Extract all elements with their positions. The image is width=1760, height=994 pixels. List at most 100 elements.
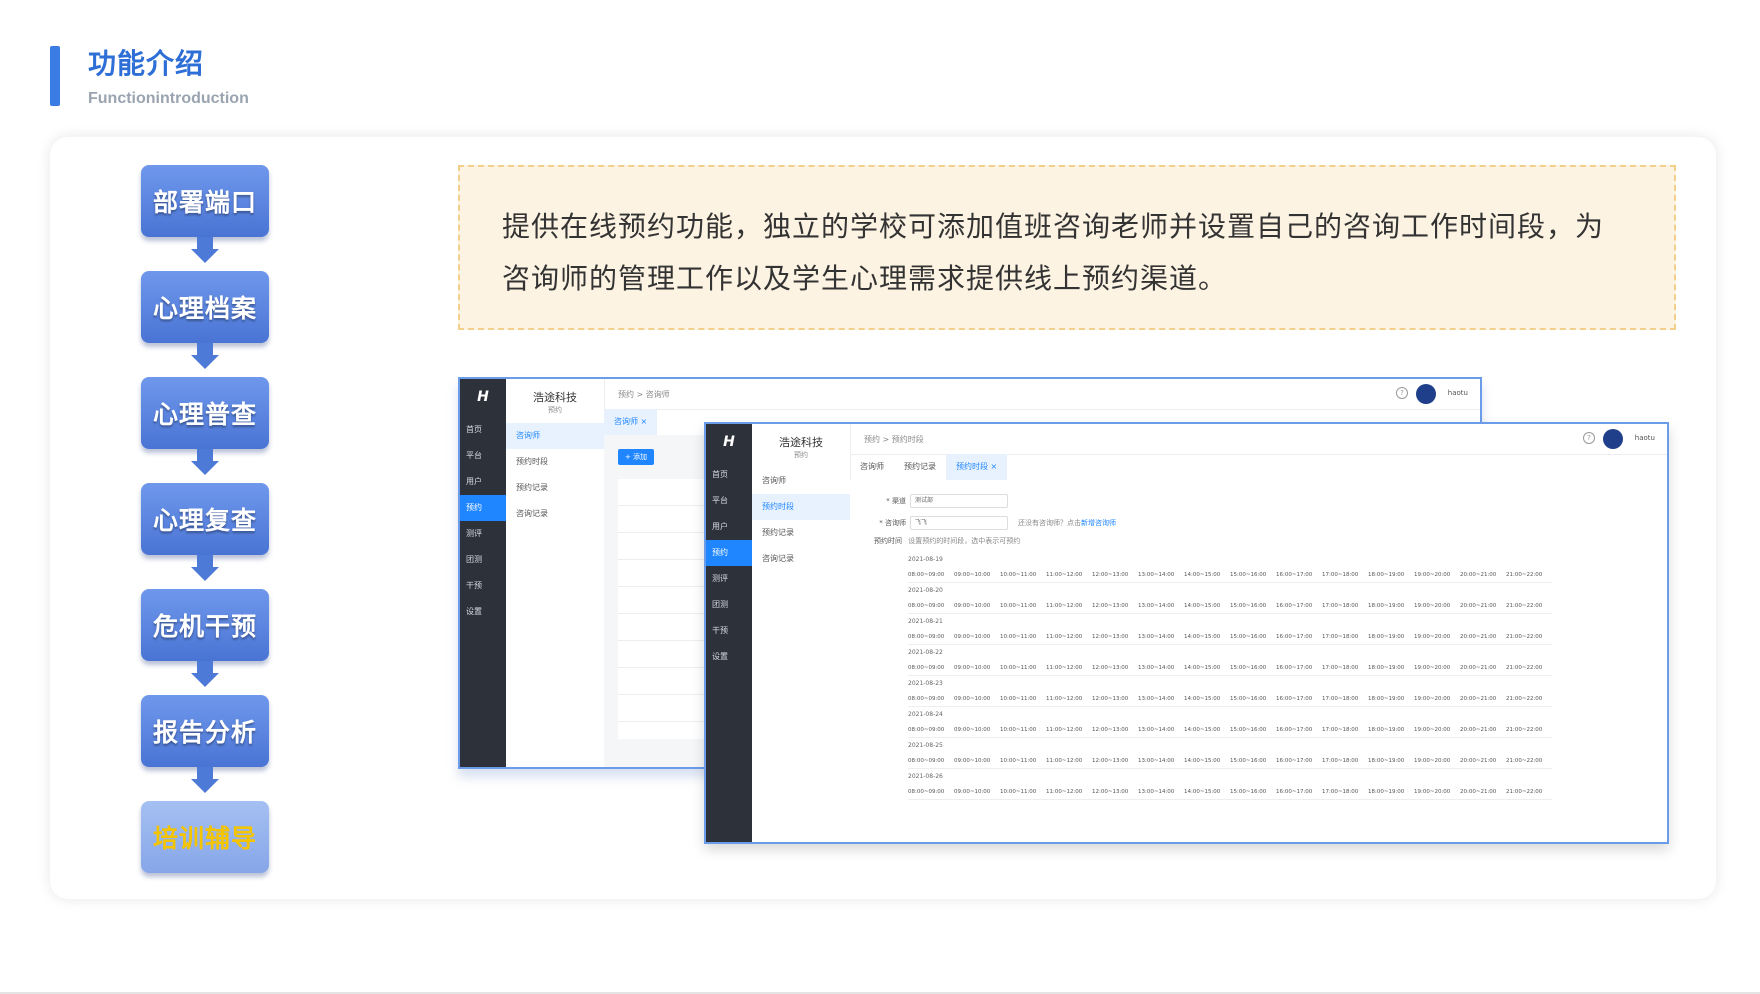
time-slot[interactable]: 08:00~09:00 [908,629,954,645]
time-slot[interactable]: 17:00~18:00 [1322,598,1368,614]
time-slot[interactable]: 17:00~18:00 [1322,629,1368,645]
flow-step[interactable]: 危机干预 [141,589,269,661]
time-slot[interactable]: 14:00~15:00 [1184,629,1230,645]
time-slot[interactable]: 09:00~10:00 [954,598,1000,614]
add-counselor-link[interactable]: 新增咨询师 [1081,518,1116,528]
time-slot[interactable]: 14:00~15:00 [1184,753,1230,769]
time-slot[interactable]: 15:00~16:00 [1230,722,1276,738]
time-slot[interactable]: 13:00~14:00 [1138,722,1184,738]
time-slot[interactable]: 11:00~12:00 [1046,598,1092,614]
nav-item[interactable]: 平台 [460,443,506,469]
time-slot[interactable]: 18:00~19:00 [1368,722,1414,738]
time-slot[interactable]: 12:00~13:00 [1092,567,1138,583]
time-slot[interactable]: 21:00~22:00 [1506,691,1552,707]
time-slot[interactable]: 11:00~12:00 [1046,753,1092,769]
time-slot[interactable]: 17:00~18:00 [1322,722,1368,738]
time-slot[interactable]: 11:00~12:00 [1046,629,1092,645]
nav-item[interactable]: 团测 [460,547,506,573]
sub-nav-item[interactable]: 咨询记录 [506,501,604,527]
time-slot[interactable]: 18:00~19:00 [1368,691,1414,707]
sub-nav-item[interactable]: 咨询师 [752,468,850,494]
time-slot[interactable]: 09:00~10:00 [954,722,1000,738]
nav-item[interactable]: 团测 [706,592,752,618]
nav-item[interactable]: 首页 [706,462,752,488]
time-slot[interactable]: 11:00~12:00 [1046,691,1092,707]
flow-step[interactable]: 心理复查 [141,483,269,555]
time-slot[interactable]: 12:00~13:00 [1092,629,1138,645]
time-slot[interactable]: 17:00~18:00 [1322,753,1368,769]
day-label[interactable]: 2021-08-23 [908,676,1643,691]
time-slot[interactable]: 11:00~12:00 [1046,784,1092,800]
time-slot[interactable]: 16:00~17:00 [1276,660,1322,676]
time-slot[interactable]: 14:00~15:00 [1184,567,1230,583]
sub-nav-item[interactable]: 预约记录 [752,520,850,546]
sub-nav-item[interactable]: 预约记录 [506,475,604,501]
time-slot[interactable]: 19:00~20:00 [1414,722,1460,738]
nav-item[interactable]: 干预 [706,618,752,644]
time-slot[interactable]: 14:00~15:00 [1184,660,1230,676]
nav-item[interactable]: 首页 [460,417,506,443]
flow-step[interactable]: 培训辅导 [141,801,269,873]
day-label[interactable]: 2021-08-25 [908,738,1643,753]
flow-step[interactable]: 心理档案 [141,271,269,343]
time-slot[interactable]: 21:00~22:00 [1506,722,1552,738]
time-slot[interactable]: 12:00~13:00 [1092,660,1138,676]
day-label[interactable]: 2021-08-19 [908,552,1643,567]
time-slot[interactable]: 10:00~11:00 [1000,660,1046,676]
time-slot[interactable]: 17:00~18:00 [1322,567,1368,583]
time-slot[interactable]: 12:00~13:00 [1092,784,1138,800]
time-slot[interactable]: 21:00~22:00 [1506,629,1552,645]
time-slot[interactable]: 16:00~17:00 [1276,784,1322,800]
time-slot[interactable]: 15:00~16:00 [1230,784,1276,800]
time-slot[interactable]: 09:00~10:00 [954,567,1000,583]
time-slot[interactable]: 18:00~19:00 [1368,784,1414,800]
time-slot[interactable]: 16:00~17:00 [1276,598,1322,614]
day-label[interactable]: 2021-08-20 [908,583,1643,598]
counselor-select[interactable]: 飞飞 [910,516,1008,530]
time-slot[interactable]: 10:00~11:00 [1000,691,1046,707]
time-slot[interactable]: 18:00~19:00 [1368,660,1414,676]
time-slot[interactable]: 14:00~15:00 [1184,598,1230,614]
time-slot[interactable]: 15:00~16:00 [1230,629,1276,645]
time-slot[interactable]: 20:00~21:00 [1460,660,1506,676]
time-slot[interactable]: 08:00~09:00 [908,722,954,738]
nav-item[interactable]: 平台 [706,488,752,514]
nav-item[interactable]: 测评 [460,521,506,547]
day-label[interactable]: 2021-08-24 [908,707,1643,722]
time-slot[interactable]: 09:00~10:00 [954,753,1000,769]
time-slot[interactable]: 09:00~10:00 [954,784,1000,800]
time-slot[interactable]: 08:00~09:00 [908,691,954,707]
time-slot[interactable]: 10:00~11:00 [1000,567,1046,583]
sub-nav-item[interactable]: 咨询师 [506,423,604,449]
time-slot[interactable]: 15:00~16:00 [1230,691,1276,707]
time-slot[interactable]: 16:00~17:00 [1276,567,1322,583]
time-slot[interactable]: 21:00~22:00 [1506,567,1552,583]
time-slot[interactable]: 13:00~14:00 [1138,629,1184,645]
time-slot[interactable]: 21:00~22:00 [1506,598,1552,614]
time-slot[interactable]: 09:00~10:00 [954,660,1000,676]
nav-item[interactable]: 预约 [706,540,752,566]
time-slot[interactable]: 16:00~17:00 [1276,629,1322,645]
time-slot[interactable]: 20:00~21:00 [1460,753,1506,769]
flow-step[interactable]: 心理普查 [141,377,269,449]
flow-step[interactable]: 部署端口 [141,165,269,237]
time-slot[interactable]: 12:00~13:00 [1092,753,1138,769]
time-slot[interactable]: 09:00~10:00 [954,691,1000,707]
time-slot[interactable]: 21:00~22:00 [1506,753,1552,769]
time-slot[interactable]: 21:00~22:00 [1506,660,1552,676]
time-slot[interactable]: 16:00~17:00 [1276,722,1322,738]
nav-item[interactable]: 预约 [460,495,506,521]
help-icon[interactable]: ? [1583,432,1595,444]
day-label[interactable]: 2021-08-26 [908,769,1643,784]
time-slot[interactable]: 15:00~16:00 [1230,753,1276,769]
time-slot[interactable]: 11:00~12:00 [1046,722,1092,738]
time-slot[interactable]: 19:00~20:00 [1414,567,1460,583]
time-slot[interactable]: 17:00~18:00 [1322,691,1368,707]
time-slot[interactable]: 08:00~09:00 [908,567,954,583]
avatar[interactable] [1603,429,1623,449]
time-slot[interactable]: 10:00~11:00 [1000,629,1046,645]
time-slot[interactable]: 19:00~20:00 [1414,629,1460,645]
time-slot[interactable]: 18:00~19:00 [1368,598,1414,614]
help-icon[interactable]: ? [1396,387,1408,399]
nav-item[interactable]: 用户 [460,469,506,495]
